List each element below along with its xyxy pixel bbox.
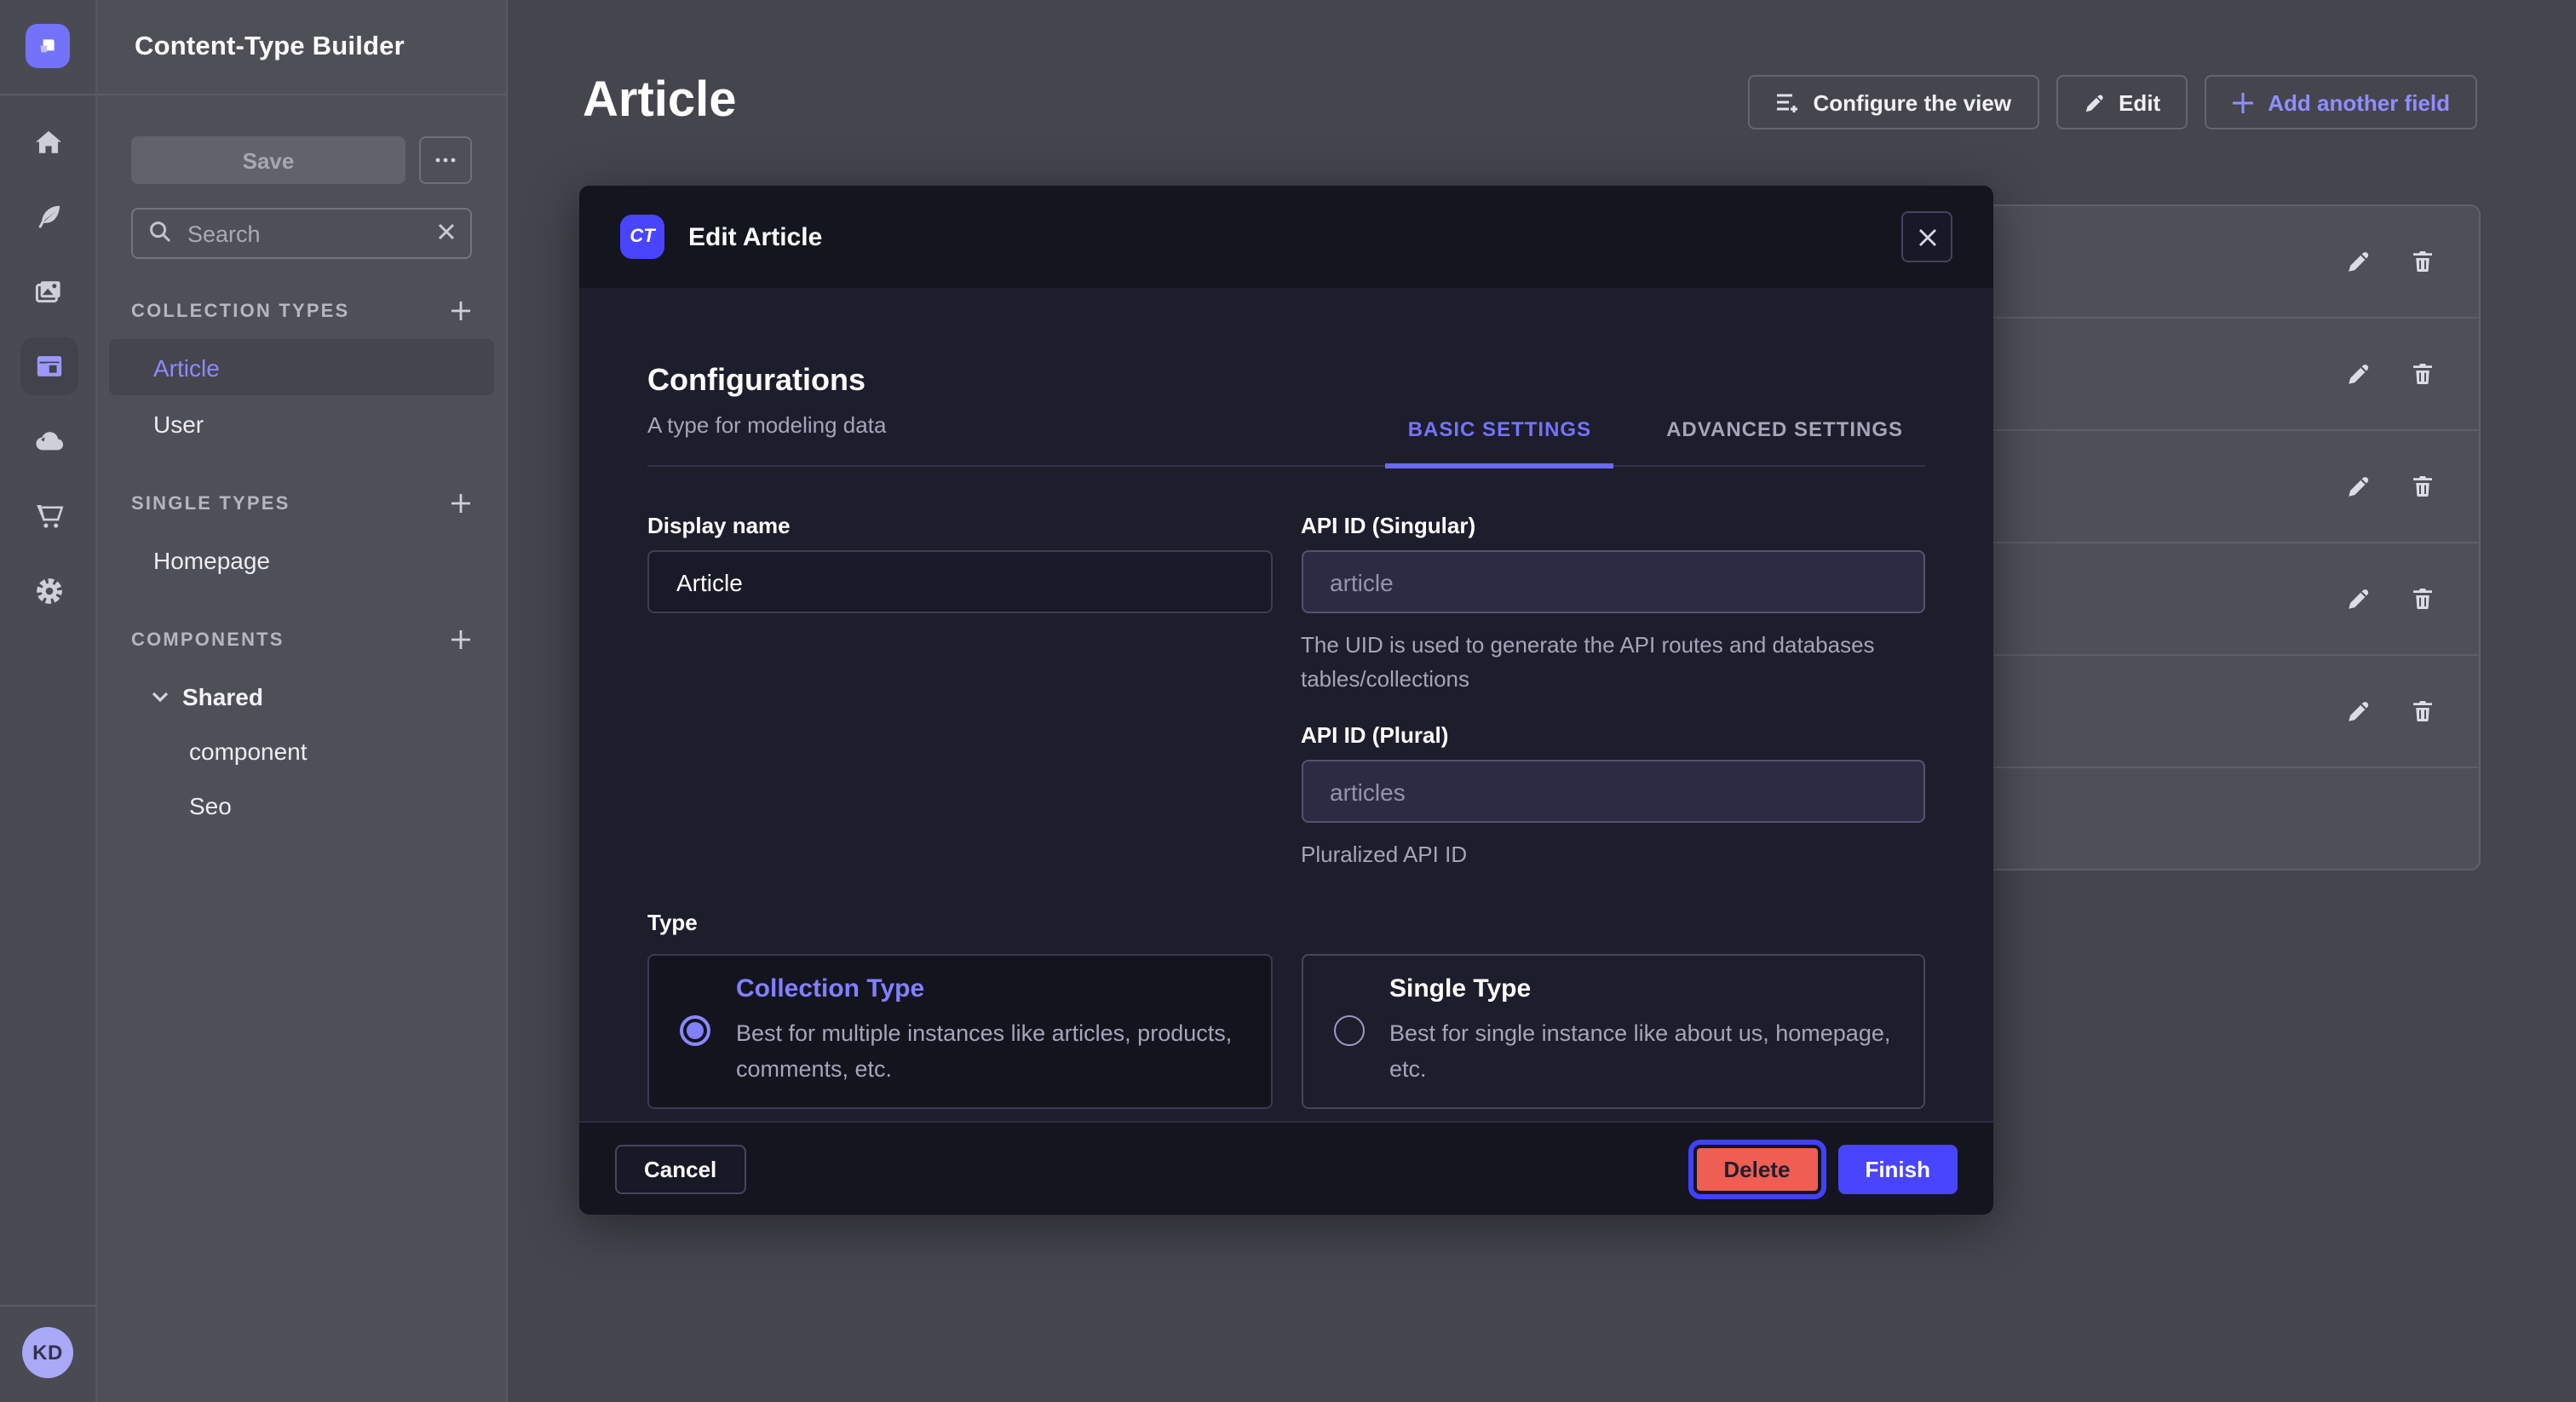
tab-basic-settings[interactable]: BASIC SETTINGS (1386, 417, 1613, 468)
type-label: Type (647, 909, 1925, 934)
settings-tabs: BASIC SETTINGS ADVANCED SETTINGS (1386, 417, 1925, 465)
sidebar-item-user[interactable]: User (109, 395, 494, 451)
close-modal-button[interactable] (1901, 211, 1952, 262)
edit-field-icon[interactable] (2346, 474, 2372, 499)
add-another-field-button[interactable]: Add another field (2205, 75, 2477, 129)
plus-icon (2232, 91, 2254, 113)
edit-article-modal: CT Edit Article Configurations A type fo… (579, 186, 1993, 1215)
cancel-button[interactable]: Cancel (615, 1144, 745, 1193)
api-id-singular-field: API ID (Singular) The UID is used to gen… (1301, 513, 1925, 695)
more-actions-button[interactable] (419, 136, 472, 184)
add-component-icon[interactable] (450, 629, 472, 651)
add-collection-type-icon[interactable] (450, 300, 472, 322)
api-id-singular-label: API ID (Singular) (1301, 513, 1925, 538)
api-id-plural-field: API ID (Plural) Pluralized API ID (1301, 722, 1925, 871)
display-name-input[interactable] (647, 550, 1272, 613)
app-window: KD Content-Type Builder Save (0, 0, 2576, 1402)
api-id-plural-helper: Pluralized API ID (1301, 838, 1914, 871)
configure-view-button[interactable]: Configure the view (1749, 75, 2039, 129)
single-type-title: Single Type (1389, 975, 1893, 1004)
save-button[interactable]: Save (131, 136, 405, 184)
section-single-types: SINGLE TYPES (131, 492, 472, 514)
edit-field-icon[interactable] (2346, 586, 2372, 612)
feather-icon[interactable] (20, 187, 78, 245)
sidebar-group-shared[interactable]: Shared (109, 668, 494, 724)
modal-title: Edit Article (688, 222, 822, 251)
display-name-field: Display name (647, 513, 1272, 695)
page-title: Article (583, 73, 737, 129)
sidebar-item-seo[interactable]: Seo (109, 779, 494, 833)
collection-type-description: Best for multiple instances like article… (736, 1018, 1239, 1087)
configurations-subheading: A type for modeling data (647, 412, 886, 438)
home-icon[interactable] (20, 112, 78, 170)
radio-selected-icon[interactable] (680, 1015, 710, 1046)
chevron-down-icon (152, 691, 169, 701)
api-id-singular-helper: The UID is used to generate the API rout… (1301, 629, 1914, 695)
sidebar-search (131, 208, 472, 259)
ellipsis-icon (434, 157, 457, 164)
trash-icon[interactable] (2411, 698, 2435, 724)
sidebar-item-component[interactable]: component (109, 724, 494, 779)
search-input[interactable] (131, 208, 472, 259)
edit-button[interactable]: Edit (2056, 75, 2188, 129)
edit-field-icon[interactable] (2346, 249, 2372, 274)
collection-type-title: Collection Type (736, 975, 1239, 1004)
main-nav-rail: KD (0, 0, 97, 1402)
settings-gear-icon[interactable] (20, 562, 78, 620)
sidebar-item-article[interactable]: Article (109, 339, 494, 395)
user-avatar[interactable]: KD (22, 1327, 73, 1378)
api-id-plural-label: API ID (Plural) (1301, 722, 1925, 748)
configure-list-icon (1776, 90, 1800, 114)
content-type-badge: CT (620, 215, 664, 259)
display-name-label: Display name (647, 513, 1272, 538)
single-type-option[interactable]: Single Type Best for single instance lik… (1301, 953, 1925, 1108)
rail-divider (0, 94, 95, 95)
modal-header: CT Edit Article (579, 186, 1993, 288)
finish-button[interactable]: Finish (1837, 1144, 1958, 1193)
sidebar-item-homepage[interactable]: Homepage (109, 531, 494, 588)
trash-icon[interactable] (2411, 249, 2435, 274)
marketplace-cart-icon[interactable] (20, 487, 78, 545)
pencil-icon (2083, 91, 2105, 113)
trash-icon[interactable] (2411, 361, 2435, 387)
plugin-title: Content-Type Builder (97, 0, 506, 63)
modal-footer: Cancel Delete Finish (579, 1121, 1993, 1215)
add-single-type-icon[interactable] (450, 492, 472, 514)
media-library-icon[interactable] (20, 262, 78, 320)
api-id-plural-input[interactable] (1301, 760, 1925, 823)
configurations-heading: Configurations (647, 363, 886, 399)
trash-icon[interactable] (2411, 474, 2435, 499)
strapi-logo[interactable] (26, 24, 70, 68)
delete-button[interactable]: Delete (1693, 1144, 1820, 1193)
edit-field-icon[interactable] (2346, 361, 2372, 387)
search-icon (148, 220, 172, 244)
clear-search-icon[interactable] (436, 221, 457, 242)
radio-unselected-icon[interactable] (1333, 1015, 1364, 1046)
trash-icon[interactable] (2411, 586, 2435, 612)
api-id-singular-input[interactable] (1301, 550, 1925, 613)
collection-type-option[interactable]: Collection Type Best for multiple instan… (647, 953, 1272, 1108)
section-collection-types: COLLECTION TYPES (131, 300, 472, 322)
plugin-sidebar: Content-Type Builder Save COLLECTION TYP… (97, 0, 508, 1402)
close-icon (1918, 227, 1936, 246)
rail-bottom-divider (0, 1305, 95, 1307)
single-type-description: Best for single instance like about us, … (1389, 1018, 1893, 1087)
edit-field-icon[interactable] (2346, 698, 2372, 724)
section-components: COMPONENTS (131, 629, 472, 651)
tab-advanced-settings[interactable]: ADVANCED SETTINGS (1644, 417, 1925, 465)
content-type-builder-icon[interactable] (20, 337, 78, 395)
cloud-icon[interactable] (20, 412, 78, 470)
